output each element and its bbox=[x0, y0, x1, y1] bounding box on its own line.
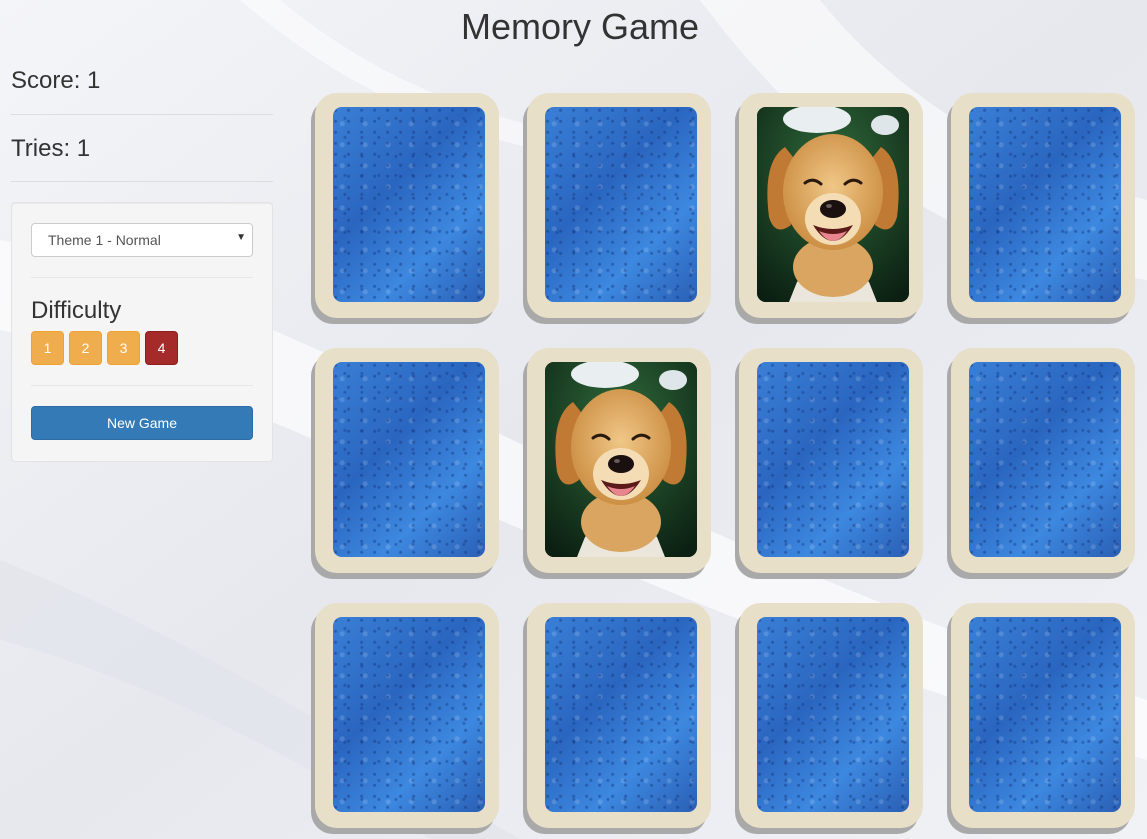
tries-display: Tries: 1 bbox=[11, 115, 273, 182]
memory-card[interactable] bbox=[739, 348, 923, 573]
theme-select-value: Theme 1 - Normal bbox=[48, 232, 161, 248]
new-game-button[interactable]: New Game bbox=[31, 406, 253, 440]
sidebar: Score: 1 Tries: 1 Theme 1 - Normal ▼ Dif… bbox=[11, 0, 273, 462]
card-back bbox=[757, 617, 909, 812]
card-back bbox=[545, 107, 697, 302]
card-face-puppy bbox=[757, 107, 909, 302]
card-back bbox=[757, 362, 909, 557]
divider bbox=[31, 385, 253, 386]
memory-card[interactable] bbox=[739, 603, 923, 828]
memory-card[interactable] bbox=[315, 348, 499, 573]
memory-card[interactable] bbox=[527, 93, 711, 318]
memory-card[interactable] bbox=[527, 603, 711, 828]
card-back bbox=[545, 617, 697, 812]
difficulty-label: Difficulty bbox=[31, 297, 122, 324]
memory-card[interactable] bbox=[951, 348, 1135, 573]
difficulty-button-3[interactable]: 3 bbox=[107, 331, 140, 365]
card-back bbox=[333, 617, 485, 812]
chevron-down-icon: ▼ bbox=[236, 232, 246, 243]
card-back bbox=[333, 362, 485, 557]
puppy-image bbox=[757, 107, 909, 302]
page-title: Memory Game bbox=[460, 6, 700, 47]
difficulty-button-1[interactable]: 1 bbox=[31, 331, 64, 365]
memory-card[interactable] bbox=[951, 93, 1135, 318]
card-back bbox=[333, 107, 485, 302]
memory-card[interactable] bbox=[527, 348, 711, 573]
card-face-puppy bbox=[545, 362, 697, 557]
card-back bbox=[969, 107, 1121, 302]
puppy-image bbox=[545, 362, 697, 557]
difficulty-buttons: 1 2 3 4 bbox=[31, 331, 253, 365]
difficulty-button-2[interactable]: 2 bbox=[69, 331, 102, 365]
memory-card[interactable] bbox=[951, 603, 1135, 828]
memory-card[interactable] bbox=[315, 93, 499, 318]
memory-card[interactable] bbox=[739, 93, 923, 318]
divider bbox=[31, 277, 253, 278]
theme-select[interactable]: Theme 1 - Normal ▼ bbox=[31, 223, 253, 257]
card-back bbox=[969, 617, 1121, 812]
difficulty-button-4[interactable]: 4 bbox=[145, 331, 178, 365]
card-back bbox=[969, 362, 1121, 557]
memory-card[interactable] bbox=[315, 603, 499, 828]
settings-panel: Theme 1 - Normal ▼ Difficulty 1 2 3 4 Ne… bbox=[11, 202, 273, 462]
score-display: Score: 1 bbox=[11, 0, 273, 115]
